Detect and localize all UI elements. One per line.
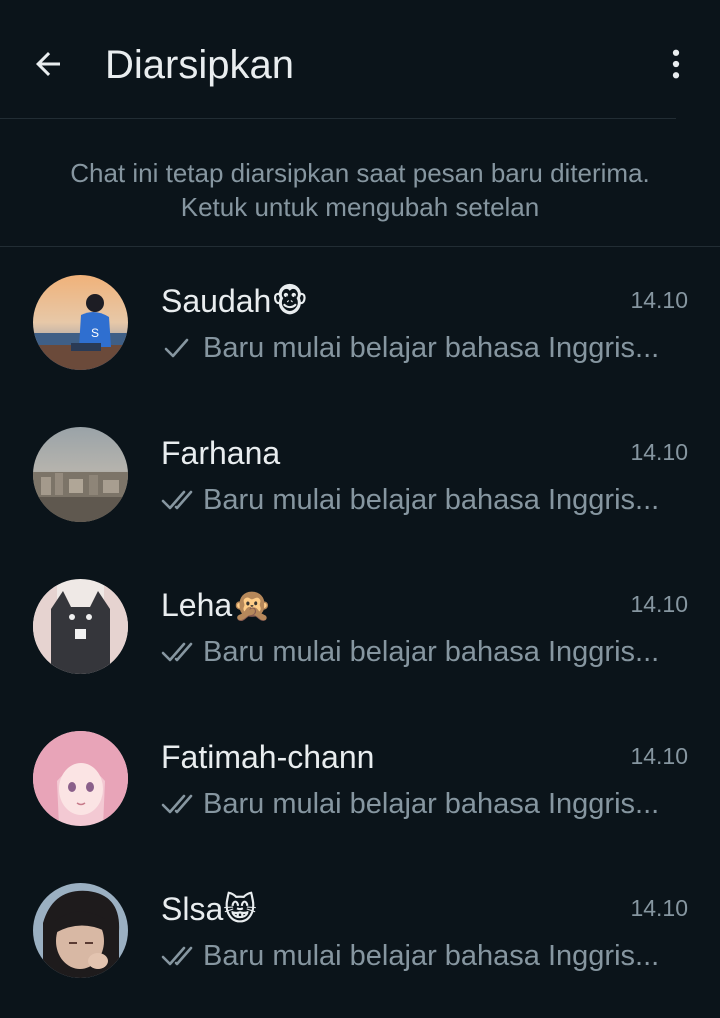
chat-name: Fatimah-chann <box>161 739 375 775</box>
chat-preview-text: Baru mulai belajar bahasa Inggris... <box>203 940 660 972</box>
chat-name: Farhana <box>161 435 281 471</box>
chat-row-saudah[interactable]: S Saudah🐵 14.10 Baru mulai belajar bahas… <box>0 247 720 399</box>
more-vertical-icon <box>672 49 680 79</box>
page-title: Diarsipkan <box>105 43 294 87</box>
chat-row-leha[interactable]: Leha🙊 14.10 Baru mulai belajar bahasa In… <box>0 551 720 703</box>
chat-name: Saudah🐵 <box>161 283 309 319</box>
chat-preview-text: Baru mulai belajar bahasa Inggris... <box>203 484 660 516</box>
double-tick-icon <box>161 642 193 662</box>
avatar[interactable] <box>33 427 128 522</box>
chat-row-fatimah-chann[interactable]: Fatimah-chann 14.10 Baru mulai belajar b… <box>0 703 720 855</box>
chat-preview: Baru mulai belajar bahasa Inggris... <box>161 633 671 671</box>
avatar[interactable] <box>33 731 128 826</box>
chat-name: Slsa😸 <box>161 891 257 927</box>
chat-preview: Baru mulai belajar bahasa Inggris... <box>161 785 671 823</box>
chat-time: 14.10 <box>630 439 688 465</box>
chat-time: 14.10 <box>630 591 688 617</box>
chat-time: 14.10 <box>630 895 688 921</box>
avatar[interactable] <box>33 883 128 978</box>
chat-time: 14.10 <box>630 743 688 769</box>
notice-line-2: Ketuk untuk mengubah setelan <box>180 192 540 222</box>
chat-list: S Saudah🐵 14.10 Baru mulai belajar bahas… <box>0 247 720 1007</box>
double-tick-icon <box>161 794 193 814</box>
header-divider <box>0 118 676 119</box>
double-tick-icon <box>161 946 193 966</box>
archived-chats-screen: Diarsipkan Chat ini tetap diarsipkan saa… <box>0 0 720 1018</box>
chat-preview: Baru mulai belajar bahasa Inggris... <box>161 481 671 519</box>
chat-preview: Baru mulai belajar bahasa Inggris... <box>161 937 671 975</box>
chat-row-farhana[interactable]: Farhana 14.10 Baru mulai belajar bahasa … <box>0 399 720 551</box>
single-tick-icon <box>164 338 189 358</box>
svg-text:S: S <box>91 326 99 340</box>
chat-row-slsa[interactable]: Slsa😸 14.10 Baru mulai belajar bahasa In… <box>0 855 720 1007</box>
chat-preview-text: Baru mulai belajar bahasa Inggris... <box>203 636 660 668</box>
chat-name: Leha🙊 <box>161 587 273 623</box>
more-options-button[interactable] <box>652 40 700 88</box>
chat-preview: Baru mulai belajar bahasa Inggris... <box>161 329 671 367</box>
archive-settings-notice[interactable]: Chat ini tetap diarsipkan saat pesan bar… <box>0 156 720 224</box>
back-button[interactable] <box>24 40 72 88</box>
chat-time: 14.10 <box>630 287 688 313</box>
chat-preview-text: Baru mulai belajar bahasa Inggris... <box>203 332 660 364</box>
double-tick-icon <box>161 490 193 510</box>
notice-line-1: Chat ini tetap diarsipkan saat pesan bar… <box>70 158 650 188</box>
arrow-left-icon <box>36 52 60 76</box>
avatar[interactable] <box>33 579 128 674</box>
avatar[interactable]: S <box>33 275 128 370</box>
chat-preview-text: Baru mulai belajar bahasa Inggris... <box>203 788 660 820</box>
app-bar: Diarsipkan <box>0 0 720 118</box>
